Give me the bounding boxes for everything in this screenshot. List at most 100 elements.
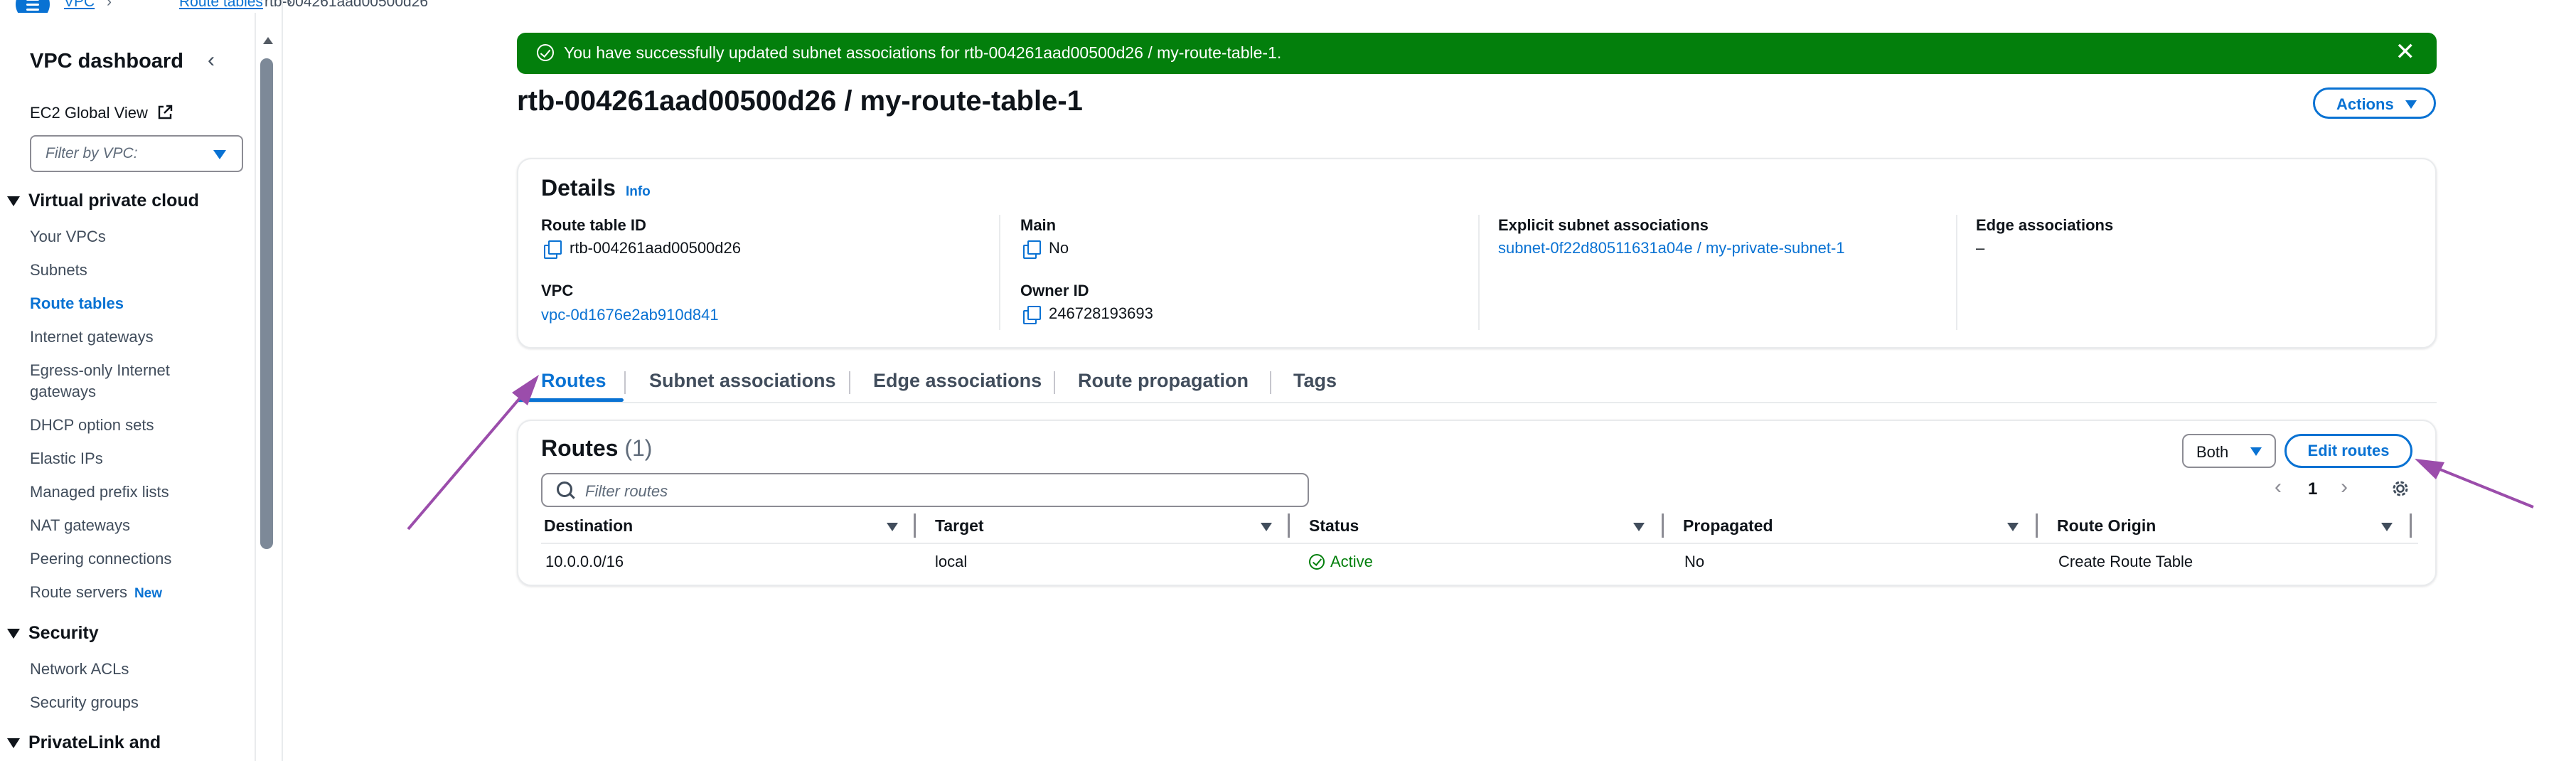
column-resizer[interactable]	[914, 513, 916, 538]
content-divider	[282, 0, 283, 761]
caret-down-icon	[7, 196, 20, 207]
column-resizer[interactable]	[2036, 513, 2038, 538]
tab-separator	[849, 371, 850, 394]
sidebar-scrollbar[interactable]	[260, 37, 274, 549]
caret-down-icon	[2405, 100, 2417, 109]
table-header-divider	[541, 543, 2418, 544]
route-table-id-text: rtb-004261aad00500d26	[570, 239, 742, 257]
details-title: Details Info	[541, 175, 651, 201]
vpc-link[interactable]: vpc-0d1676e2ab910d841	[541, 306, 719, 324]
scroll-up-icon[interactable]	[263, 37, 273, 44]
annotation-overlay	[407, 375, 2534, 531]
copy-icon[interactable]	[1023, 240, 1041, 260]
caret-down-icon	[2250, 447, 2262, 456]
page-number[interactable]: 1	[2308, 479, 2317, 499]
info-link[interactable]: Info	[626, 184, 651, 199]
tab-subnet-associations[interactable]: Subnet associations	[649, 370, 836, 392]
filter-by-vpc-select[interactable]: Filter by VPC:	[30, 135, 243, 172]
sort-icon[interactable]	[2381, 523, 2393, 531]
both-filter-label: Both	[2196, 443, 2229, 461]
gear-icon[interactable]	[2390, 478, 2411, 499]
tab-routes[interactable]: Routes	[541, 370, 606, 392]
sidebar-item-internet-gateways[interactable]: Internet gateways	[30, 326, 154, 348]
sidebar: VPC dashboard ‹ EC2 Global View Filter b…	[0, 13, 256, 761]
section-security[interactable]: Security	[7, 623, 99, 644]
sort-icon[interactable]	[887, 523, 898, 531]
sidebar-item-your-vpcs[interactable]: Your VPCs	[30, 226, 106, 248]
main-value: No	[1023, 239, 1069, 260]
column-header-status[interactable]: Status	[1309, 516, 1359, 536]
column-header-route-origin[interactable]: Route Origin	[2057, 516, 2156, 536]
edge-associations-value: –	[1976, 239, 1985, 257]
cell-target: local	[935, 553, 968, 570]
sidebar-item-network-acls[interactable]: Network ACLs	[30, 659, 129, 680]
status-text: Active	[1330, 553, 1373, 570]
section-virtual-private-cloud[interactable]: Virtual private cloud	[7, 191, 199, 211]
tab-edge-associations[interactable]: Edge associations	[873, 370, 1042, 392]
column-resizer[interactable]	[2410, 513, 2412, 538]
routes-count: (1)	[624, 435, 653, 461]
details-panel: Details Info Route table ID rtb-004261aad…	[517, 158, 2437, 348]
explicit-subnet-link[interactable]: subnet-0f22d80511631a04e / my-private-su…	[1498, 239, 1845, 257]
section-privatelink[interactable]: PrivateLink and	[7, 733, 161, 753]
cell-propagated: No	[1684, 553, 1705, 570]
caret-down-icon	[213, 150, 226, 159]
cell-destination: 10.0.0.0/16	[545, 553, 624, 570]
next-page-icon[interactable]: ›	[2341, 475, 2348, 499]
route-table-id-value: rtb-004261aad00500d26	[544, 239, 742, 260]
flash-message: You have successfully updated subnet ass…	[564, 43, 1282, 62]
sidebar-item-nat-gateways[interactable]: NAT gateways	[30, 515, 130, 536]
caret-down-icon	[7, 738, 20, 749]
edge-associations-label: Edge associations	[1976, 216, 2114, 234]
success-icon	[537, 44, 554, 61]
edit-routes-button[interactable]: Edit routes	[2284, 434, 2412, 468]
both-filter-select[interactable]: Both	[2182, 434, 2276, 468]
sidebar-item-route-servers[interactable]: Route servers New	[30, 582, 162, 605]
sidebar-item-elastic-ips[interactable]: Elastic IPs	[30, 448, 103, 469]
breadcrumb-vpc[interactable]: VPC	[64, 0, 95, 11]
filter-routes-input[interactable]: Filter routes	[541, 473, 1309, 507]
section-label: Security	[28, 623, 99, 643]
cell-status: Active	[1309, 553, 1373, 571]
success-flash: You have successfully updated subnet ass…	[517, 33, 2437, 74]
sidebar-item-label: Route servers	[30, 583, 127, 601]
sidebar-item-dhcp-option-sets[interactable]: DHCP option sets	[30, 415, 154, 436]
search-icon	[557, 481, 572, 497]
top-bar: VPC › Route tables › rtb-004261aad00500d…	[0, 0, 2576, 21]
collapse-sidebar-icon[interactable]: ‹	[208, 48, 215, 73]
section-label: PrivateLink and	[28, 733, 161, 752]
column-resizer[interactable]	[1288, 513, 1290, 538]
route-table-id-label: Route table ID	[541, 216, 646, 234]
sidebar-item-ec2-global-view[interactable]: EC2 Global View	[30, 102, 173, 124]
scrollbar-thumb[interactable]	[260, 58, 273, 549]
sort-icon[interactable]	[2007, 523, 2019, 531]
copy-icon[interactable]	[544, 240, 562, 260]
actions-button[interactable]: Actions	[2313, 87, 2436, 119]
column-header-propagated[interactable]: Propagated	[1683, 516, 1773, 536]
chevron-right-icon: ›	[107, 0, 112, 10]
owner-id-label: Owner ID	[1020, 282, 1089, 299]
owner-id-value: 246728193693	[1023, 304, 1153, 325]
tab-route-propagation[interactable]: Route propagation	[1078, 370, 1249, 392]
column-resizer[interactable]	[1662, 513, 1664, 538]
sort-icon[interactable]	[1261, 523, 1272, 531]
breadcrumb-route-tables[interactable]: Route tables	[179, 0, 263, 11]
cell-route-origin: Create Route Table	[2058, 553, 2193, 570]
sort-icon[interactable]	[1633, 523, 1645, 531]
copy-icon[interactable]	[1023, 306, 1041, 325]
sidebar-item-peering-connections[interactable]: Peering connections	[30, 548, 171, 570]
sidebar-item-managed-prefix-lists[interactable]: Managed prefix lists	[30, 481, 169, 503]
vpc-label: VPC	[541, 282, 574, 299]
column-header-destination[interactable]: Destination	[544, 516, 633, 536]
column-header-target[interactable]: Target	[935, 516, 984, 536]
sidebar-item-security-groups[interactable]: Security groups	[30, 692, 139, 713]
owner-id-text: 246728193693	[1049, 304, 1153, 322]
previous-page-icon[interactable]: ‹	[2275, 475, 2282, 499]
close-icon[interactable]: ✕	[2395, 40, 2416, 64]
sidebar-title[interactable]: VPC dashboard	[30, 50, 183, 73]
sidebar-item-egress-only-internet-gateways[interactable]: Egress-only Internet gateways	[30, 360, 215, 403]
sidebar-item-subnets[interactable]: Subnets	[30, 260, 87, 281]
active-tab-indicator	[517, 398, 624, 402]
sidebar-item-route-tables[interactable]: Route tables	[30, 293, 124, 314]
tab-tags[interactable]: Tags	[1293, 370, 1337, 392]
